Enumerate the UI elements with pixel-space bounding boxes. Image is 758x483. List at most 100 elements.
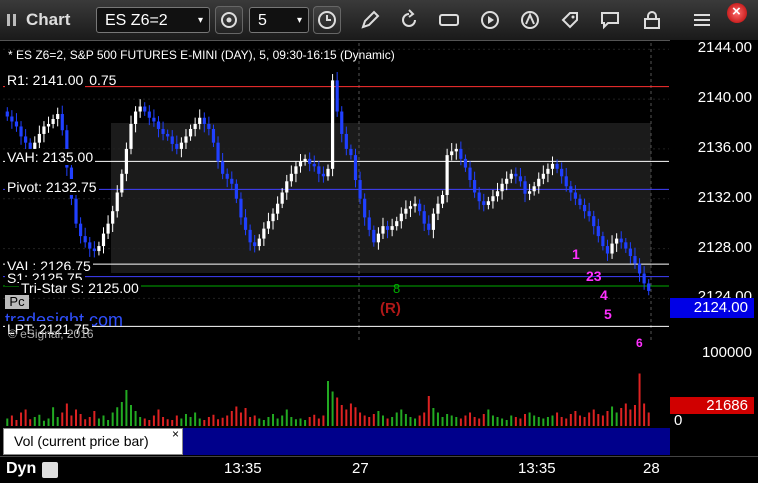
- level-r1-extra: 0.75: [89, 72, 117, 88]
- study-panel-bar: [183, 428, 670, 455]
- volume-bar-93: [432, 408, 435, 426]
- volume-tick-zero: 0: [674, 412, 683, 429]
- candle-body-21: [101, 233, 106, 247]
- candle-body-51: [239, 198, 243, 218]
- price-axis[interactable]: 2144.00 2140.00 2136.00 2132.00 2128.00 2124.…: [670, 39, 758, 429]
- candle-body-128: [592, 216, 596, 227]
- candle-body-107: [495, 191, 500, 197]
- candle-body-79: [367, 217, 371, 230]
- refresh-icon[interactable]: [397, 8, 421, 32]
- value-area-shade: [111, 123, 651, 273]
- volume-bar-21: [102, 415, 105, 426]
- close-study-icon[interactable]: ×: [172, 427, 179, 441]
- symbol-field[interactable]: ES Z6=2 ▾: [96, 7, 210, 33]
- candle-body-39: [184, 136, 188, 143]
- candle-body-97: [450, 151, 454, 156]
- pencil-icon[interactable]: [358, 8, 382, 32]
- volume-bar-77: [359, 412, 362, 426]
- candle-body-40: [188, 128, 193, 137]
- study-label-box[interactable]: Vol (current price bar) ×: [3, 427, 183, 455]
- time-axis[interactable]: Dyn 13:35 27 13:35 28: [0, 456, 758, 483]
- candle-body-124: [573, 192, 578, 199]
- volume-bar-115: [533, 415, 536, 426]
- dynamic-settings-icon[interactable]: [42, 462, 58, 478]
- volume-bar-50: [235, 406, 238, 426]
- price-tick-3: 2132.00: [697, 188, 752, 206]
- tag-icon[interactable]: [558, 8, 582, 32]
- volume-bar-54: [253, 415, 256, 426]
- candle-body-134: [619, 238, 623, 243]
- volume-bar-68: [317, 418, 320, 426]
- candle-body-93: [431, 213, 435, 230]
- volume-bar-20: [97, 418, 100, 426]
- volume-bar-137: [633, 405, 636, 426]
- volume-bar-62: [290, 417, 293, 426]
- volume-bar-18: [88, 417, 91, 426]
- volume-bar-79: [368, 417, 371, 426]
- volume-bar-117: [542, 418, 545, 426]
- lock-icon[interactable]: [640, 8, 664, 32]
- candle-body-68: [317, 166, 321, 174]
- volume-bar-135: [624, 403, 627, 426]
- chevron-down-icon: ▾: [296, 15, 302, 26]
- volume-bar-55: [258, 418, 261, 426]
- time-tick-1: 13:35: [224, 460, 262, 477]
- candle-body-80: [372, 229, 376, 243]
- volume-bar-14: [70, 415, 73, 426]
- candle-body-94: [436, 203, 440, 214]
- candle-body-69: [321, 173, 326, 177]
- quote-icon[interactable]: [437, 8, 461, 32]
- volume-bar-120: [556, 412, 559, 426]
- candle-body-91: [422, 211, 426, 224]
- candle-body-42: [198, 117, 202, 124]
- candle-body-99: [459, 148, 463, 159]
- volume-bar-109: [505, 420, 508, 426]
- candle-body-130: [601, 236, 605, 247]
- interval-settings-button[interactable]: [313, 6, 341, 34]
- candle-body-82: [381, 226, 385, 234]
- candle-body-119: [550, 163, 555, 169]
- candle-body-96: [445, 155, 449, 195]
- volume-bar-133: [615, 412, 618, 426]
- comment-icon[interactable]: [598, 8, 622, 32]
- candle-body-126: [582, 204, 587, 212]
- candle-body-106: [491, 196, 495, 202]
- candle-body-41: [193, 123, 197, 129]
- magenta-marker-23: 23: [586, 268, 602, 284]
- symbol-settings-button[interactable]: [215, 6, 243, 34]
- volume-chart[interactable]: [3, 345, 669, 426]
- volume-bar-105: [487, 409, 490, 426]
- volume-bar-42: [198, 418, 201, 426]
- volume-bar-64: [299, 418, 302, 426]
- volume-bar-26: [125, 390, 128, 426]
- volume-bar-24: [116, 407, 119, 426]
- volume-bar-15: [75, 409, 78, 426]
- volume-bar-56: [262, 420, 265, 426]
- candle-body-16: [78, 223, 83, 237]
- volume-bar-95: [441, 417, 444, 426]
- volume-bar-66: [308, 417, 311, 426]
- volume-bar-57: [267, 417, 270, 426]
- candle-body-19: [92, 248, 96, 252]
- price-tick-2: 2136.00: [697, 138, 752, 156]
- volume-bar-123: [569, 414, 572, 426]
- volume-bar-72: [336, 397, 339, 426]
- chart-header: * ES Z6=2, S&P 500 FUTURES E-MINI (DAY),…: [8, 48, 395, 62]
- candle-body-100: [463, 158, 468, 168]
- candle-body-44: [207, 123, 211, 129]
- volume-bar-122: [565, 418, 568, 426]
- interval-field[interactable]: 5 ▾: [249, 7, 309, 33]
- volume-bar-87: [404, 414, 407, 426]
- play-icon[interactable]: [478, 8, 502, 32]
- volume-bar-52: [244, 408, 247, 426]
- menu-icon[interactable]: [690, 8, 714, 32]
- close-button[interactable]: ×: [727, 3, 747, 23]
- volume-bar-49: [230, 411, 233, 426]
- alert-icon[interactable]: [518, 8, 542, 32]
- volume-bar-90: [418, 415, 421, 426]
- volume-bar-140: [647, 412, 650, 426]
- candle-body-12: [60, 114, 64, 131]
- candle-body-108: [500, 183, 504, 192]
- candle-body-121: [560, 168, 564, 177]
- volume-bar-41: [194, 412, 197, 426]
